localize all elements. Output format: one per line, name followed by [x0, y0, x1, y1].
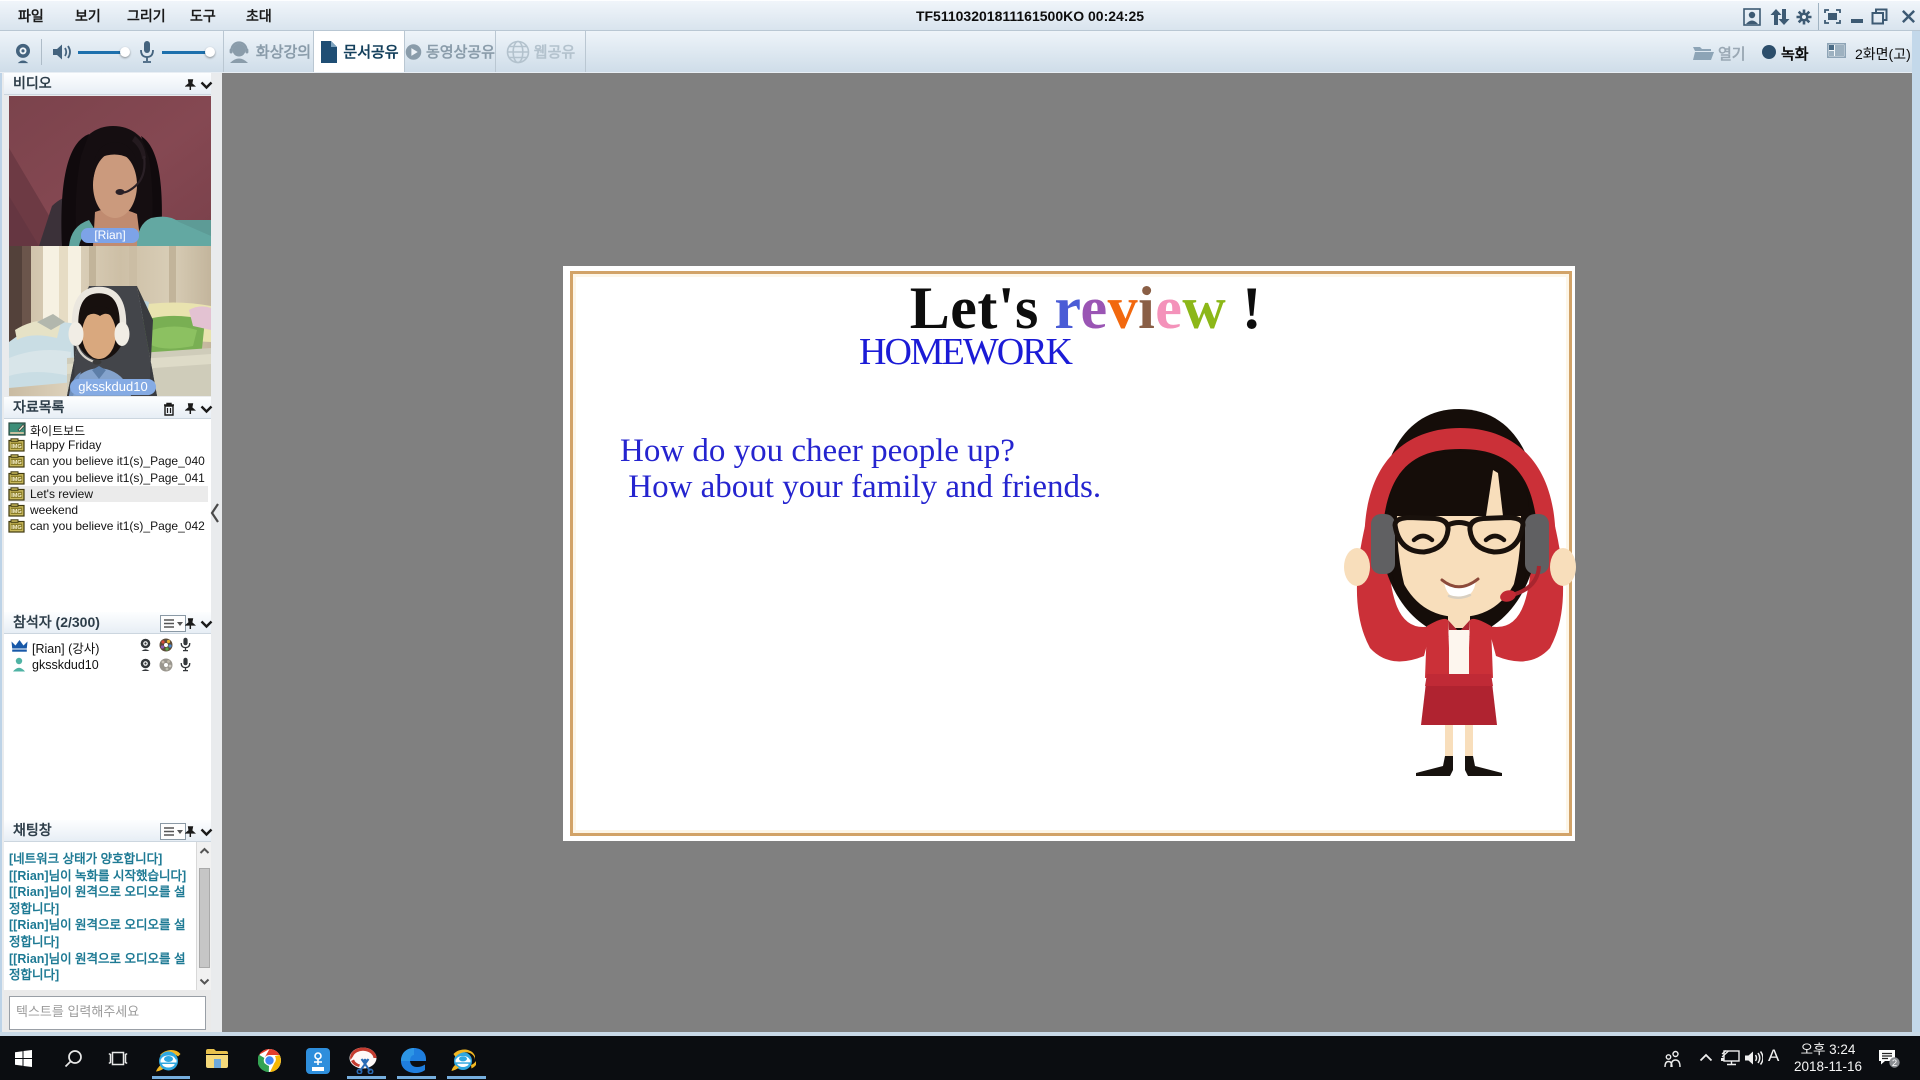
svg-text:2: 2 [1892, 1058, 1897, 1068]
svg-text:IMG: IMG [11, 509, 22, 515]
svg-text:IMG: IMG [11, 476, 22, 482]
svg-text:IMG: IMG [11, 444, 22, 450]
svg-text:IMG: IMG [11, 525, 22, 531]
svg-text:IMG: IMG [11, 493, 22, 499]
svg-text:IMG: IMG [11, 460, 22, 466]
